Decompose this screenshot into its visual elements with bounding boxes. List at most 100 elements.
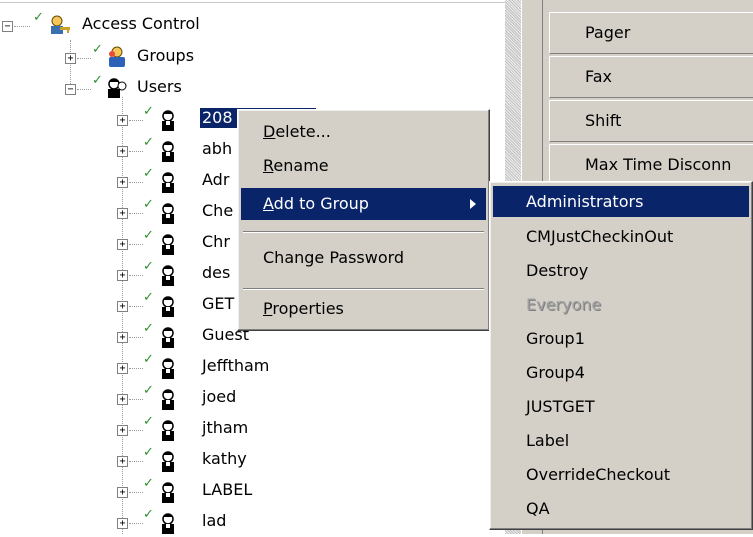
tree-node-user[interactable]: + ✓ Jefftham: [112, 352, 312, 382]
tree-connector: [129, 244, 143, 245]
expand-icon[interactable]: +: [117, 487, 128, 498]
checkmark-icon: ✓: [143, 445, 154, 460]
checkmark-icon: ✓: [143, 476, 154, 491]
checkmark-icon: ✓: [143, 228, 154, 243]
tree-node-label: Groups: [137, 46, 195, 65]
add-to-group-label-rest: dd to Group: [273, 194, 369, 213]
tree-connector: [129, 306, 143, 307]
tree-connector: [129, 151, 143, 152]
tree-connector: [129, 461, 143, 462]
expand-icon[interactable]: +: [117, 518, 128, 529]
submenu-item-administrators[interactable]: Administrators: [493, 186, 749, 217]
expand-icon[interactable]: +: [117, 208, 128, 219]
menu-item-rename[interactable]: Rename: [241, 150, 486, 182]
tree-node-user[interactable]: + ✓ LABEL: [112, 476, 312, 506]
tree-node-label: kathy: [202, 449, 247, 468]
tree-node-label: Access Control: [82, 14, 200, 33]
user-icon: [162, 482, 174, 503]
tree-node-label: joed: [202, 387, 237, 406]
menu-item-delete[interactable]: Delete...: [241, 116, 486, 148]
column-header-max-time-disconnect[interactable]: Max Time Disconn: [549, 144, 753, 186]
expand-icon[interactable]: +: [117, 425, 128, 436]
tree-node-user[interactable]: + ✓ kathy: [112, 445, 312, 475]
tree-node-users[interactable]: − ✓ Users: [60, 73, 260, 103]
expand-icon[interactable]: +: [117, 239, 128, 250]
expand-icon[interactable]: +: [117, 270, 128, 281]
submenu-item-label[interactable]: Label: [493, 425, 749, 456]
collapse-icon[interactable]: −: [65, 84, 76, 95]
tree-connector: [129, 492, 143, 493]
tree-connector: [129, 213, 143, 214]
tree-connector: [77, 89, 91, 90]
tree-connector: [14, 26, 30, 27]
submenu-item-justget[interactable]: JUSTGET: [493, 391, 749, 422]
expand-icon[interactable]: +: [65, 53, 76, 64]
expand-icon[interactable]: +: [117, 332, 128, 343]
tree-node-user[interactable]: + ✓ lad: [112, 507, 312, 537]
expand-icon[interactable]: +: [117, 394, 128, 405]
users-icon: [108, 78, 127, 98]
user-icon: [162, 327, 174, 348]
expand-icon[interactable]: +: [117, 177, 128, 188]
checkmark-icon: ✓: [143, 290, 154, 305]
checkmark-icon: ✓: [143, 383, 154, 398]
user-icon: [162, 234, 174, 255]
user-icon: [162, 451, 174, 472]
tree-connector: [129, 120, 143, 121]
submenu-item-everyone-disabled: Everyone: [493, 289, 749, 320]
tree-connector: [77, 58, 91, 59]
tree-connector: [129, 275, 143, 276]
tree-node-groups[interactable]: + ✓ Groups: [60, 42, 260, 72]
menu-separator: [243, 231, 484, 233]
tree-node-access-control[interactable]: − ✓ Access Control: [0, 10, 300, 40]
tree-connector: [129, 368, 143, 369]
expand-icon[interactable]: +: [117, 363, 128, 374]
tree-connector: [129, 430, 143, 431]
column-header-fax[interactable]: Fax: [549, 56, 753, 98]
tree-node-label: Adr: [202, 170, 230, 189]
group-icon: [109, 46, 125, 67]
user-icon: [162, 141, 174, 162]
submenu-item-group1[interactable]: Group1: [493, 323, 749, 354]
checkmark-icon: ✓: [143, 321, 154, 336]
tree-node-user[interactable]: + ✓ jtham: [112, 414, 312, 444]
tree-connector: [129, 337, 143, 338]
tree-connector: [129, 182, 143, 183]
submenu-item-qa[interactable]: QA: [493, 493, 749, 524]
collapse-icon[interactable]: −: [2, 21, 13, 32]
checkmark-icon: ✓: [143, 197, 154, 212]
delete-mnemonic: D: [263, 122, 276, 141]
expand-icon[interactable]: +: [117, 146, 128, 157]
properties-mnemonic: P: [263, 299, 273, 318]
user-icon: [162, 358, 174, 379]
checkmark-icon: ✓: [143, 104, 154, 119]
submenu-item-everyone-label: Everyone: [526, 295, 602, 314]
user-icon: [162, 420, 174, 441]
submenu-item-cmjustcheckinout[interactable]: CMJustCheckinOut: [493, 221, 749, 252]
tree-node-label: Jefftham: [202, 356, 270, 375]
submenu-item-overridecheckout[interactable]: OverrideCheckout: [493, 459, 749, 490]
menu-item-add-to-group[interactable]: Add to Group: [241, 188, 486, 220]
tree-node-label: des: [202, 263, 231, 282]
checkmark-icon: ✓: [143, 166, 154, 181]
checkmark-icon: ✓: [92, 42, 103, 57]
tree-node-user[interactable]: + ✓ joed: [112, 383, 312, 413]
tree-connector: [129, 399, 143, 400]
user-icon: [162, 389, 174, 410]
rename-mnemonic: R: [263, 156, 274, 175]
expand-icon[interactable]: +: [117, 456, 128, 467]
menu-item-properties[interactable]: Properties: [241, 293, 486, 325]
submenu-item-group4[interactable]: Group4: [493, 357, 749, 388]
tree-node-label: Che: [202, 201, 234, 220]
tree-node-label: lad: [202, 511, 227, 530]
column-header-shift[interactable]: Shift: [549, 100, 753, 142]
properties-label-rest: roperties: [272, 299, 344, 318]
add-to-group-submenu: Administrators CMJustCheckinOut Destroy …: [489, 181, 753, 530]
tree-node-label: jtham: [202, 418, 249, 437]
checkmark-icon: ✓: [143, 259, 154, 274]
menu-item-change-password[interactable]: Change Password: [241, 242, 486, 274]
expand-icon[interactable]: +: [117, 115, 128, 126]
submenu-item-destroy[interactable]: Destroy: [493, 255, 749, 286]
column-header-pager[interactable]: Pager: [549, 12, 753, 54]
expand-icon[interactable]: +: [117, 301, 128, 312]
